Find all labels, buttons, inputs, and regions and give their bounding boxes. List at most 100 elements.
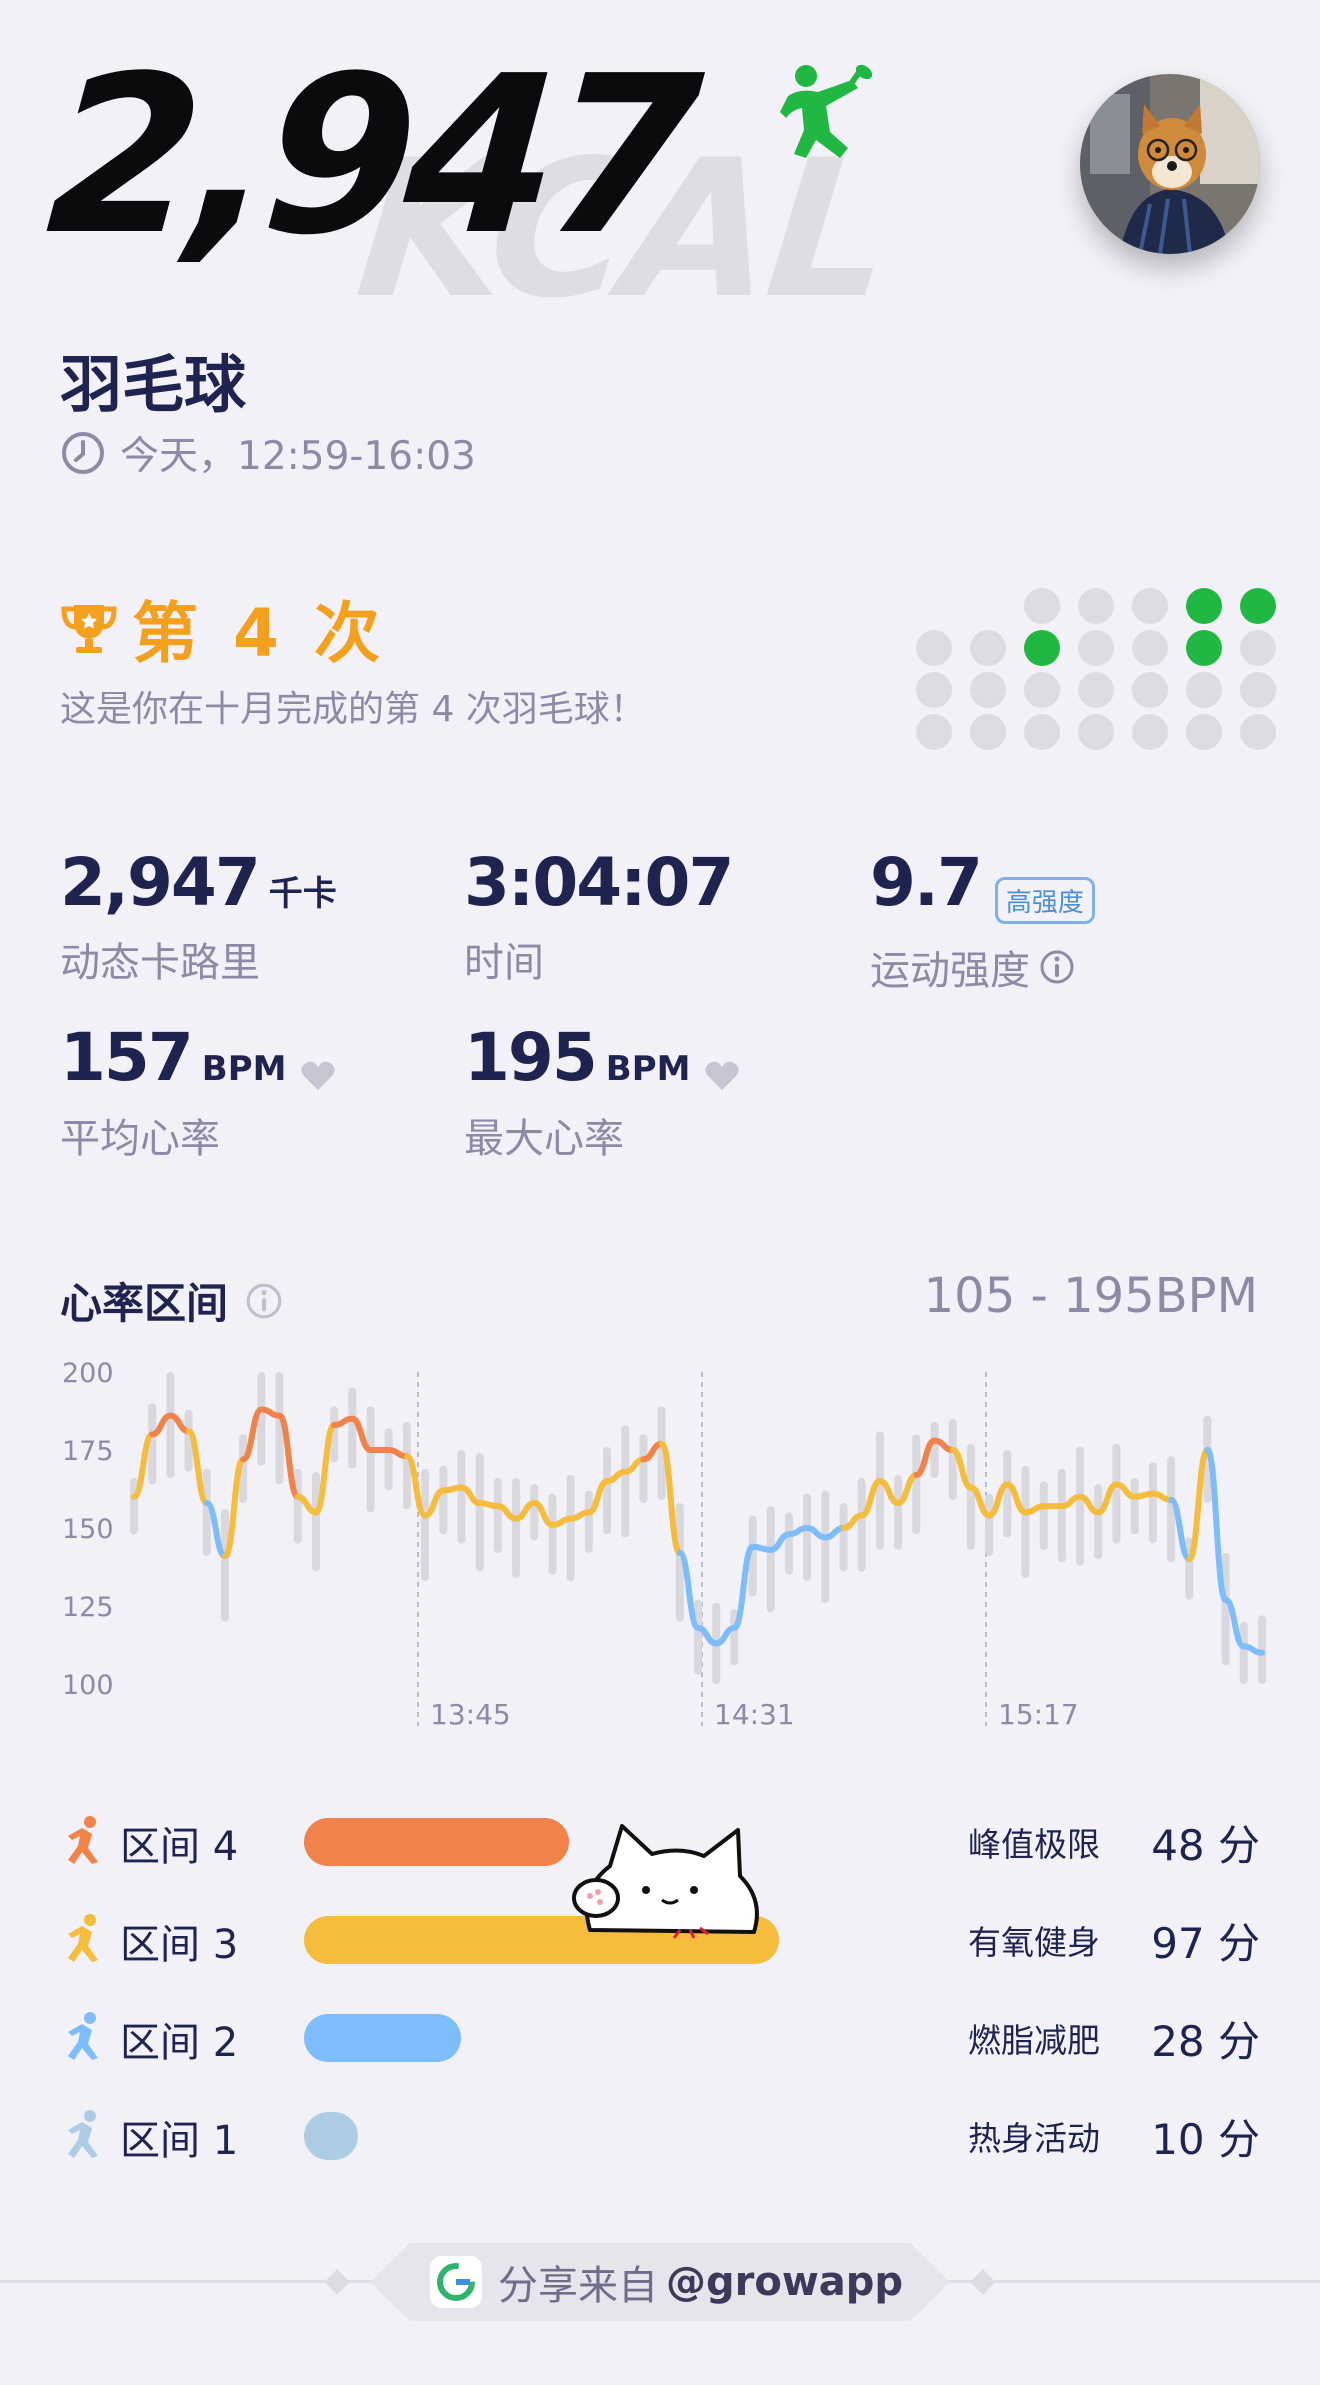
info-icon[interactable] [244,1281,284,1321]
zone-minutes: 10 分 [1151,2115,1260,2164]
hr-range-bar [293,1468,302,1544]
zone-row: 区间 1 热身活动 10 分 [60,2094,1260,2174]
hr-range-bar [621,1425,630,1538]
hr-range-bar [530,1484,539,1541]
running-icon [68,1816,98,1864]
avatar-photo [1080,74,1260,254]
day-dot [916,714,952,750]
heart-rate-chart: 200 175 150 125 100 13:45 14:31 15:17 [62,1358,1266,1731]
zone-name: 区间 3 [120,1922,239,1968]
jogging-icon [68,1914,98,1962]
stat-duration: 3:04:07 时间 [464,850,734,988]
stat-intensity-value: 9.7 [870,844,983,921]
hr-range-bar [1148,1462,1157,1544]
stat-avg-hr-unit: BPM [201,1049,287,1089]
hr-range-bar [512,1478,521,1578]
calories-headline: 2,947 [41,30,699,283]
x-tick-label: 13:45 [430,1698,511,1731]
stat-avg-hr: 157 BPM 平均心率 [60,1025,336,1164]
hr-range-bar [1057,1468,1066,1563]
share-source: 分享来自 @growapp [430,2254,903,2310]
hr-range-bar [548,1493,557,1575]
hr-range-bar [948,1418,957,1500]
hr-range-bar [766,1506,775,1613]
hr-range-bar [894,1474,903,1550]
zone-description: 峰值极限 [968,1825,1100,1864]
zone-row: 区间 2 燃脂减肥 28 分 [60,1996,1260,2076]
badminton-player-icon [780,64,873,158]
zone-bar [304,1818,569,1866]
day-dot [1024,588,1060,624]
hr-range-bar [784,1512,793,1575]
hr-range-bar [821,1490,830,1603]
day-dot [1186,630,1222,666]
day-dot [1078,672,1114,708]
hr-range-bar [584,1490,593,1553]
day-dot [970,630,1006,666]
hr-range-bar [985,1493,994,1557]
day-dot [970,714,1006,750]
stat-calories-label: 动态卡路里 [60,940,260,986]
hr-line-segment [312,1422,338,1516]
stat-max-hr: 195 BPM 最大心率 [464,1025,740,1164]
hr-range-bar [311,1471,320,1572]
hr-line-segment [1204,1447,1229,1603]
hr-range-bar [566,1474,575,1582]
day-dot [1240,588,1276,624]
day-dot [916,672,952,708]
heart-icon [704,1061,739,1090]
footer-diamond-right [970,2269,996,2295]
hr-range-bar [603,1446,612,1535]
stat-intensity-label-row: 运动强度 [870,938,1095,996]
zone-description: 燃脂减肥 [968,2021,1100,2060]
heart-icon [300,1061,335,1090]
info-icon[interactable] [1038,948,1076,986]
x-tick-label: 15:17 [998,1698,1079,1731]
achievement-subtitle: 这是你在十月完成的第 4 次羽毛球！ [60,689,646,730]
hr-line-segment [221,1456,247,1560]
hr-range-bar [1112,1443,1121,1544]
achievement-title: 第 4 次 [60,580,386,676]
grow-app-logo [430,2256,482,2308]
hr-range-bar [639,1434,648,1504]
monthly-dot-grid [916,588,1284,756]
hr-range-bar [1239,1621,1248,1684]
share-prefix: 分享来自 [498,2263,658,2309]
stat-max-hr-unit: BPM [605,1049,691,1089]
day-dot [1024,672,1060,708]
zone-minutes: 97 分 [1151,1919,1260,1968]
stat-max-hr-label: 最大心率 [464,1115,624,1162]
hr-range-bar [857,1478,866,1572]
grow-logo-icon [437,2263,475,2301]
clock-icon [62,432,104,474]
day-dot [1132,672,1168,708]
hr-range-bar [348,1387,357,1469]
hr-range-bar [1003,1450,1012,1538]
walking-icon [68,2012,98,2060]
avatar[interactable] [1080,74,1260,254]
zone-minutes: 48 分 [1151,1821,1260,1870]
hr-range-bar [930,1421,939,1479]
hr-range-bar [439,1465,448,1535]
hr-range-bar [1076,1446,1085,1566]
day-dot [916,630,952,666]
hr-line-segment [1186,1447,1211,1563]
hr-range-bar [1130,1478,1139,1535]
hr-range-bar [1039,1481,1048,1550]
hr-range-bar [912,1434,921,1535]
zone-bar [304,2014,461,2062]
zone-bar [304,2112,358,2160]
day-dot [1186,672,1222,708]
stat-avg-hr-label: 平均心率 [60,1115,220,1162]
y-tick-label: 175 [62,1436,114,1467]
hr-range-bar [457,1450,466,1544]
day-dot [1024,714,1060,750]
workout-time: 今天，12:59-16:03 [120,434,476,479]
zone-minutes: 28 分 [1151,2017,1260,2066]
zone-name: 区间 2 [120,2020,239,2066]
zone-name: 区间 4 [120,1824,239,1870]
day-dot [1078,588,1114,624]
achievement-count: 第 4 次 [132,595,386,672]
stat-calories-value: 2,947 [60,844,261,921]
day-dot [1024,630,1060,666]
